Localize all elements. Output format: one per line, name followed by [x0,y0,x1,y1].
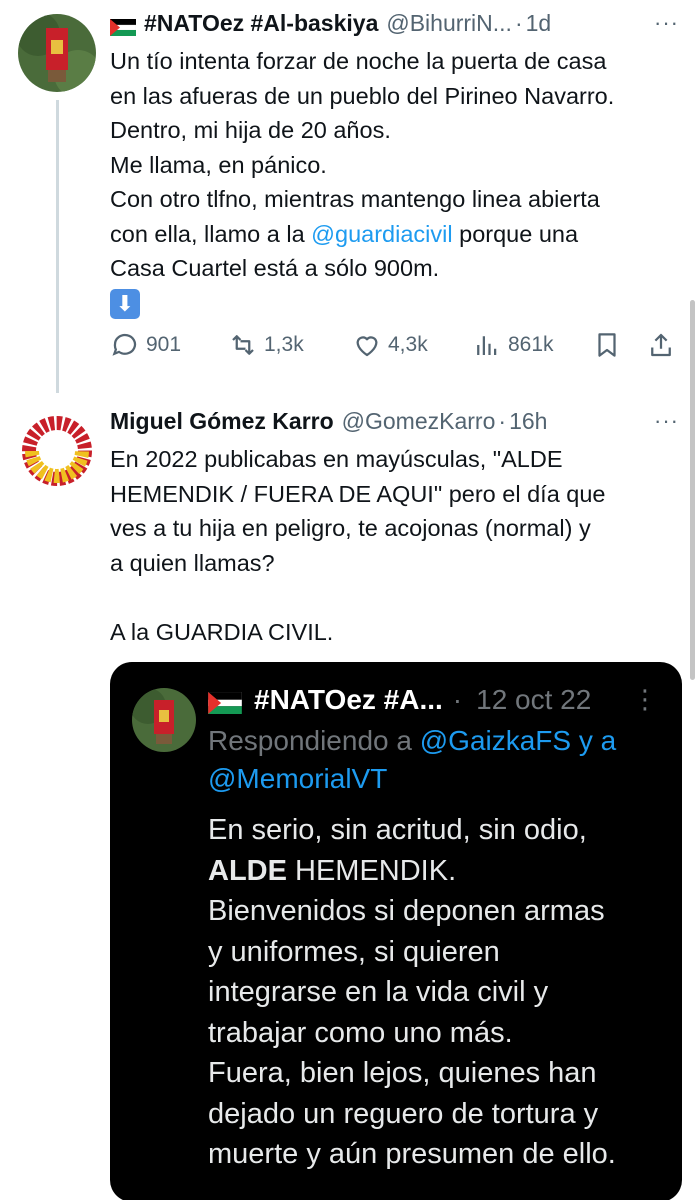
author-avatar[interactable] [18,412,96,490]
text-line: En serio, sin acritud, sin odio, [208,814,587,846]
text-line: Fuera, bien lejos, quienes han [208,1057,597,1089]
text-fragment: HEMENDIK. [286,854,457,887]
text-line: HEMENDIK / FUERA DE AQUI" pero el día qu… [110,480,606,507]
quoted-date: 12 oct 22 [476,684,592,715]
view-count: 861k [508,333,554,356]
text-line: Me llama, en pánico. [110,151,327,178]
author-avatar[interactable] [18,14,96,92]
palestine-flag-icon [109,15,137,36]
separator: · [498,408,507,434]
replying-to: Respondiendo a @GaizkaFS y a @MemorialVT [208,722,616,798]
tweet-header: #NATOez #Al-baskiya @BihurriN... · 1d [109,10,552,37]
like-count: 4,3k [388,333,428,356]
tweet-text: Un tío intenta forzar de noche la puerta… [110,44,685,320]
views-icon [477,336,497,355]
text-line: y uniformes, si quieren [208,935,500,968]
tweet-time[interactable]: 1d [526,10,552,37]
thread-connector-line [56,100,59,393]
tweet-time[interactable]: 16h [509,408,547,435]
text-line: Bienvenidos si deponen armas [208,895,605,927]
separator: · [514,10,523,36]
text-line: integrarse en la vida civil y [208,976,549,1008]
text-line: dejado un reguero de tortura y [208,1097,599,1130]
more-options-icon: ⋮ [632,684,658,714]
author-handle[interactable]: @BihurriN... [386,10,512,37]
text-line: ves a tu hija en peligro, te acojonas (n… [110,515,591,541]
reply-count: 901 [146,333,182,356]
reply-icon [112,333,137,356]
bookmark-icon [598,333,616,357]
text-line: con ella, llamo a la @guardiacivil porqu… [110,217,685,252]
share-button[interactable] [646,330,682,360]
quoted-author-avatar [132,688,196,752]
views-button[interactable]: 861k [472,330,554,360]
tweet-header: Miguel Gómez Karro @GomezKarro · 16h [110,408,547,435]
scrollbar[interactable] [690,300,695,680]
text-line: Dentro, mi hija de 20 años. [110,117,391,143]
text-line: Un tío intenta forzar de noche la puerta… [110,48,607,74]
share-icon [651,333,671,357]
quoted-header: #NATOez #A... · 12 oct 22 [207,684,592,716]
text-line: A la GUARDIA CIVIL. [110,618,334,645]
replying-to-and: y a [571,725,617,756]
text-line: En 2022 publicabas en mayúsculas, "ALDE [110,446,563,472]
author-name[interactable]: Miguel Gómez Karro [110,408,334,435]
tweet-text: En 2022 publicabas en mayúsculas, "ALDE … [110,442,685,649]
more-options-icon[interactable]: ··· [654,408,679,434]
text-line: ALDE HEMENDIK. [208,851,668,892]
mention-link[interactable]: @guardiacivil [311,221,452,247]
bold-text: ALDE [208,854,287,887]
mention-link: @MemorialVT [208,763,388,794]
text-line: Casa Cuartel está a sólo 900m. [110,255,440,281]
text-line: en las afueras de un pueblo del Pirineo … [110,82,615,109]
text-fragment: porque una [452,220,579,247]
heart-icon [356,336,378,357]
text-line: muerte y aún presumen de ello. [208,1138,616,1170]
text-line: ⬇ [110,286,685,321]
tweet-actions: 901 1,3k 4,3k 861k [110,330,680,366]
author-name[interactable]: #NATOez #Al-baskiya [144,10,378,37]
reply-button[interactable]: 901 [110,330,181,360]
text-line: a quien llamas? [110,549,275,576]
quoted-tweet-image[interactable]: #NATOez #A... · 12 oct 22 ⋮ Respondiendo… [110,662,682,1200]
replying-to-label: Respondiendo a [208,725,420,756]
bookmark-button[interactable] [592,330,628,360]
author-handle[interactable]: @GomezKarro [342,408,496,435]
like-button[interactable]: 4,3k [352,330,428,360]
more-options-icon[interactable]: ··· [654,10,679,36]
mention-link: @GaizkaFS [419,725,572,756]
down-arrow-emoji: ⬇ [110,289,140,320]
text-fragment: con ella, llamo a la [110,220,312,247]
text-line: trabajar como uno más. [208,1016,513,1049]
palestine-flag-icon [207,689,243,714]
quoted-author-name: #NATOez #A... [254,684,443,715]
separator: · [452,684,463,715]
text-line: Con otro tlfno, mientras mantengo linea … [110,186,600,212]
quoted-text: En serio, sin acritud, sin odio, ALDE HE… [208,810,668,1175]
retweet-icon [232,335,254,355]
retweet-button[interactable]: 1,3k [228,330,304,360]
retweet-count: 1,3k [264,333,304,356]
